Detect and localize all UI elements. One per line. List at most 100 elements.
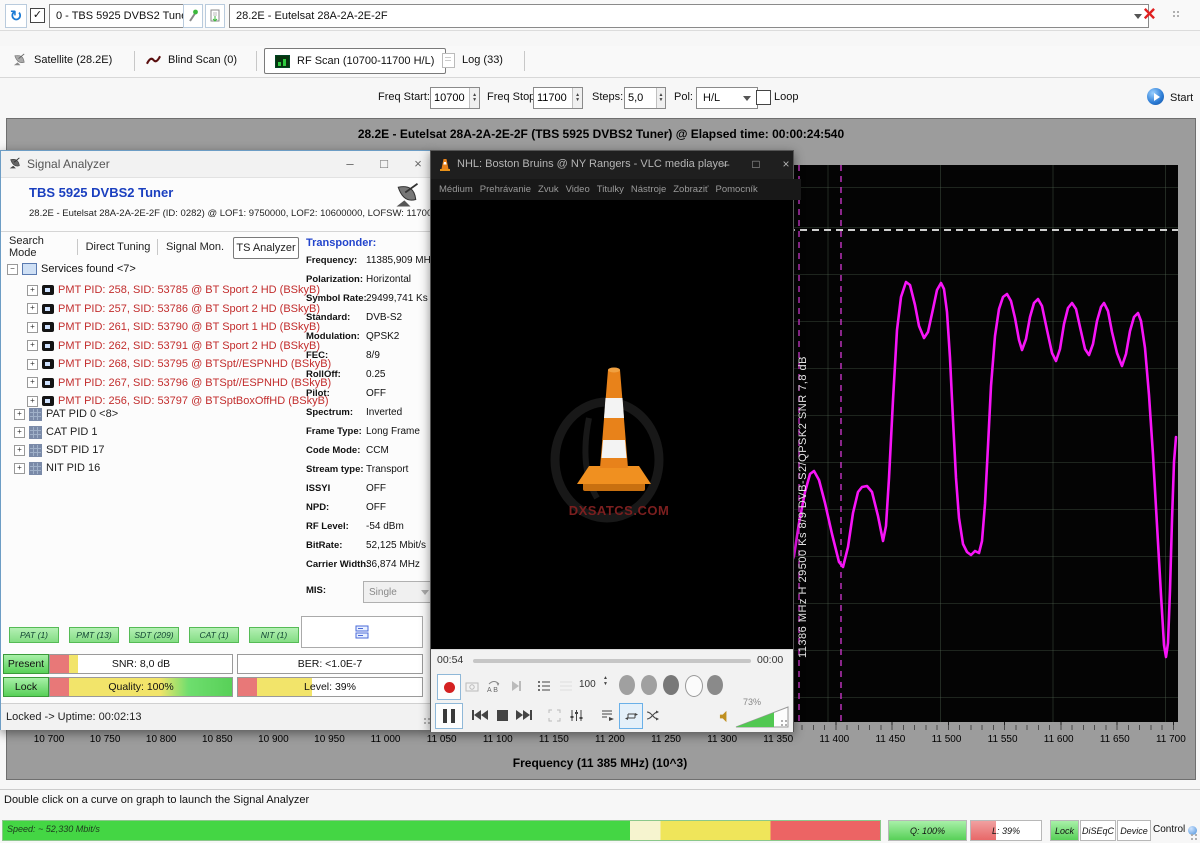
steps-input[interactable]: ▲▼ [624, 87, 666, 109]
fullscreen-button[interactable] [543, 703, 565, 727]
frame-step-button[interactable] [505, 674, 527, 698]
freq-start-field[interactable] [431, 88, 469, 108]
aspect-toggle-4[interactable] [685, 675, 703, 697]
collapse-icon[interactable] [7, 264, 18, 275]
loop-checkbox[interactable] [756, 90, 771, 105]
spinner-arrows-icon[interactable]: ▲▼ [572, 88, 582, 108]
freq-stop-input[interactable]: ▲▼ [533, 87, 583, 109]
previous-button[interactable] [469, 703, 491, 727]
tab-search-mode[interactable]: Search Mode [9, 237, 71, 257]
aspect-toggle-2[interactable] [641, 675, 657, 695]
spectrum-curve[interactable] [789, 282, 1176, 657]
vlc-menu-item[interactable]: Médium [439, 184, 473, 195]
pause-button[interactable] [435, 703, 463, 729]
seek-slider[interactable] [473, 659, 751, 663]
aspect-toggle-3[interactable] [663, 675, 679, 695]
tuner-enable-checkbox[interactable]: ✓ [30, 8, 45, 23]
expand-icon[interactable] [27, 303, 38, 314]
expand-icon[interactable] [14, 427, 25, 438]
vlc-video-area[interactable]: DXSATCS.COM [431, 200, 793, 649]
aspect-toggle-5[interactable] [707, 675, 723, 695]
vlc-titlebar[interactable]: NHL: Boston Bruins @ NY Rangers - VLC me… [431, 151, 793, 179]
ab-loop-button[interactable]: A B [483, 674, 505, 698]
satellite-select[interactable]: 28.2E - Eutelsat 28A-2A-2E-2F [229, 4, 1149, 28]
start-button[interactable] [1147, 88, 1164, 105]
tab-log[interactable]: Log (33) [442, 48, 503, 72]
maximize-button[interactable]: □ [373, 156, 395, 173]
tab-direct-tuning[interactable]: Direct Tuning [85, 237, 151, 257]
ts-listbox[interactable] [301, 616, 423, 648]
close-device-button[interactable]: × [1143, 3, 1156, 26]
shuffle-button[interactable] [641, 703, 663, 727]
refresh-button[interactable]: ↻ [5, 4, 27, 28]
freq-stop-field[interactable] [534, 88, 572, 108]
vlc-menu-item[interactable]: Titulky [597, 184, 624, 195]
close-button[interactable]: × [407, 156, 429, 173]
media-info-button[interactable] [555, 674, 577, 698]
vlc-menu-item[interactable]: Pomocník [716, 184, 758, 195]
tab-satellite[interactable]: Satellite (28.2E) [12, 48, 112, 72]
signal-analyzer-titlebar[interactable]: Signal Analyzer – □ × [1, 151, 431, 178]
table-label: SDT PID 17 [46, 444, 105, 456]
next-button[interactable] [513, 703, 535, 727]
tab-blind-scan[interactable]: Blind Scan (0) [146, 48, 237, 72]
tree-root[interactable]: Services found <7> [7, 263, 136, 275]
resize-grip[interactable] [780, 719, 790, 729]
tuner-select[interactable]: 0 - TBS 5925 DVBS2 Tuner [49, 4, 191, 28]
freq-start-input[interactable]: ▲▼ [430, 87, 480, 109]
equalizer-button[interactable] [565, 703, 587, 727]
spinner-arrows-icon[interactable]: ▲▼ [656, 88, 665, 108]
vlc-menu-item[interactable]: Video [566, 184, 590, 195]
vlc-menu-item[interactable]: Prehrávanie [480, 184, 531, 195]
playlist-button[interactable] [533, 674, 555, 698]
extended-playlist-button[interactable] [597, 703, 619, 727]
maximize-button[interactable]: □ [746, 157, 766, 173]
vlc-menu-item[interactable]: Zobraziť [673, 184, 708, 195]
freq-start-label: Freq Start: [378, 91, 430, 103]
pol-select[interactable]: H/L [696, 87, 758, 109]
tab-rf-scan[interactable]: RF Scan (10700-11700 H/L) [264, 48, 446, 74]
expand-icon[interactable] [14, 445, 25, 456]
x-tick-label: 11 050 [421, 734, 463, 745]
record-button[interactable] [437, 674, 461, 700]
loop-button[interactable] [619, 703, 643, 729]
transponder-row-label: BitRate: [306, 540, 366, 551]
spinner-arrows-icon[interactable]: ▲▼ [469, 88, 479, 108]
lnb-settings-button[interactable] [183, 4, 203, 28]
expand-icon[interactable] [27, 340, 38, 351]
expand-icon[interactable] [27, 322, 38, 333]
vlc-menu-item[interactable]: Nástroje [631, 184, 666, 195]
x-axis-tick-labels: 10 70010 75010 80010 85010 90010 95011 0… [28, 734, 1192, 745]
mis-select[interactable]: Single [363, 581, 435, 603]
steps-field[interactable] [625, 88, 656, 108]
x-tick-label: 10 700 [28, 734, 70, 745]
satellite-select-value: 28.2E - Eutelsat 28A-2A-2E-2F [236, 10, 388, 22]
snapshot-button[interactable] [461, 674, 483, 698]
expand-icon[interactable] [14, 463, 25, 474]
export-button[interactable] [205, 4, 225, 28]
vlc-menu-item[interactable]: Zvuk [538, 184, 559, 195]
minimize-button[interactable]: – [716, 157, 736, 173]
tab-signal-mon[interactable]: Signal Mon. [165, 237, 225, 257]
playback-rate-value[interactable]: 100 [579, 679, 596, 690]
expand-icon[interactable] [27, 359, 38, 370]
transponder-row: Frequency: 11385,909 MHz [306, 251, 430, 270]
expand-icon[interactable] [27, 377, 38, 388]
expand-icon[interactable] [14, 409, 25, 420]
start-label[interactable]: Start [1170, 92, 1193, 104]
rate-spinner-arrows[interactable]: ▲▼ [603, 675, 608, 687]
control-label[interactable]: Control [1153, 824, 1185, 835]
toolbar-grip[interactable] [1172, 10, 1182, 20]
device-badge[interactable]: Device [1117, 820, 1151, 841]
expand-icon[interactable] [27, 285, 38, 296]
x-tick-label: 10 900 [252, 734, 294, 745]
stop-button[interactable] [491, 703, 513, 727]
close-button[interactable]: × [776, 157, 796, 173]
transponder-row-label: ISSYI [306, 483, 366, 494]
minimize-button[interactable]: – [339, 156, 361, 173]
aspect-toggle-1[interactable] [619, 675, 635, 695]
pol-select-value: H/L [703, 92, 720, 104]
tab-ts-analyzer[interactable]: TS Analyzer [233, 237, 299, 259]
diseqc-badge[interactable]: DiSEqC [1080, 820, 1116, 841]
resize-grip[interactable] [1190, 833, 1200, 843]
